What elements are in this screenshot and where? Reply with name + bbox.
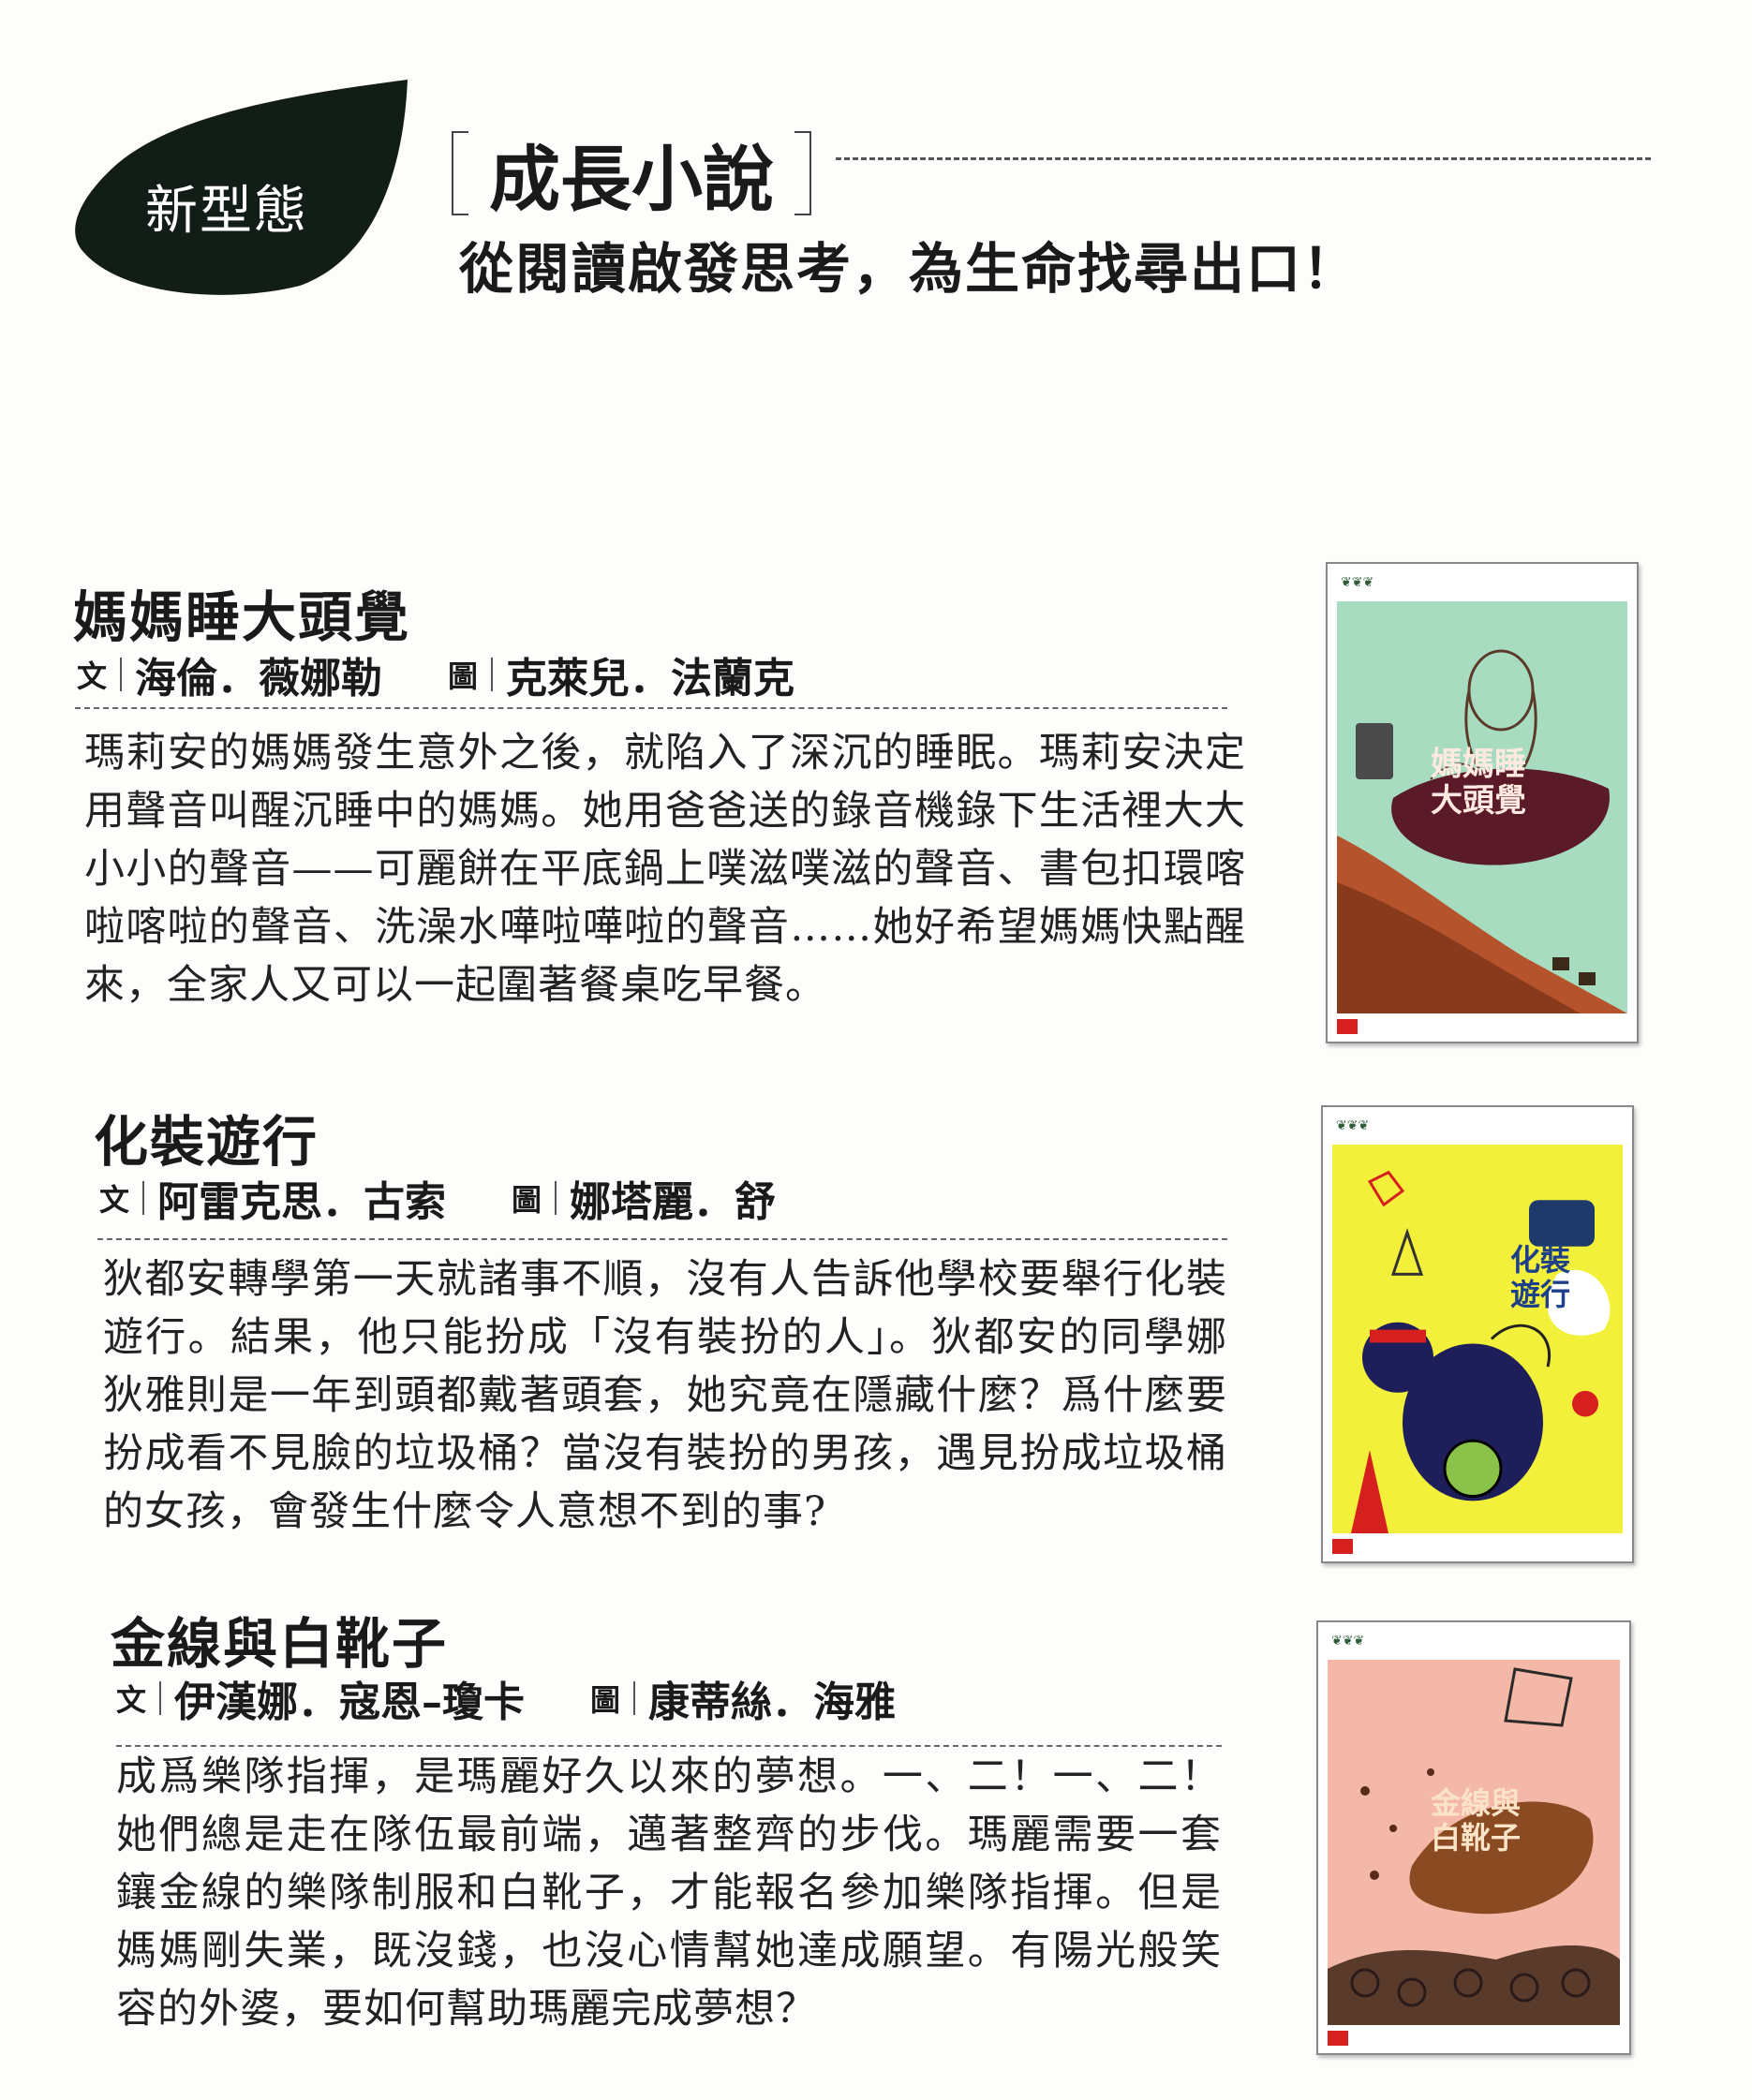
separator: [120, 658, 123, 691]
section-subtitle: 從閱讀啟發思考，為生命找尋出口！: [459, 237, 1359, 301]
separator: [159, 1681, 162, 1715]
cover-title: 金線與 白靴子: [1431, 1785, 1522, 1856]
author-role: 文: [116, 1682, 147, 1718]
dashed-divider: [116, 1745, 1222, 1747]
section-title-text: 成長小說: [489, 138, 774, 221]
book-title: 化裝遊行: [94, 1110, 319, 1174]
book-credits: 文 阿雷克思．古索 圖 娜塔麗．舒: [99, 1168, 776, 1228]
author-role: 文: [77, 658, 108, 694]
book-description: 狄都安轉學第一天就諸事不順，沒有人告訴他學校要舉行化裝遊行。結果，他只能扮成「沒…: [103, 1256, 1227, 1535]
illustrator-name: 娜塔麗．舒: [570, 1178, 777, 1226]
book-credits: 文 伊漢娜．寇恩–瓊卡 圖 康蒂絲．海雅: [116, 1668, 896, 1728]
right-bracket: [794, 131, 811, 215]
publisher-logo-icon: ❦❦❦: [1331, 1634, 1365, 1649]
illustrator-role: 圖: [448, 658, 479, 694]
left-bracket: [452, 131, 468, 215]
illustrator-role: 圖: [512, 1182, 542, 1218]
publisher-logo-icon: ❦❦❦: [1341, 575, 1374, 590]
cover-title: 媽媽睡 大頭覺: [1431, 746, 1526, 821]
section-title: 成長小說: [452, 122, 811, 225]
book-cover: ❦❦❦ 化裝 遊行: [1321, 1105, 1634, 1563]
book-credits: 文 海倫．薇娜勒 圖 克萊兒．法蘭克: [77, 644, 794, 704]
publisher-mark-icon: [1328, 2031, 1348, 2046]
author-name: 阿雷克思．古索: [157, 1178, 447, 1226]
cover-art-2: [1332, 1145, 1623, 1533]
book-description: 瑪莉安的媽媽發生意外之後，就陷入了深沉的睡眠。瑪莉安決定用聲音叫醒沉睡中的媽媽。…: [84, 730, 1246, 1009]
book-cover: ❦❦❦ 金線與 白靴子: [1316, 1620, 1631, 2055]
badge-label: 新型態: [145, 181, 308, 242]
category-badge: 新型態: [66, 75, 417, 309]
book-description: 成爲樂隊指揮，是瑪麗好久以來的夢想。一、二！一、二！她們總是走在隊伍最前端，邁著…: [116, 1753, 1222, 2033]
separator: [491, 658, 494, 691]
cover-illustration: [1332, 1145, 1623, 1533]
author-name: 伊漢娜．寇恩–瓊卡: [174, 1679, 526, 1726]
dashed-divider: [75, 707, 1227, 709]
separator: [142, 1181, 145, 1215]
author-role: 文: [99, 1182, 130, 1218]
dashed-divider: [97, 1238, 1227, 1240]
cover-title: 化裝 遊行: [1510, 1242, 1571, 1312]
header-dashed-line: [836, 157, 1651, 160]
separator: [633, 1681, 636, 1715]
author-name: 海倫．薇娜勒: [135, 655, 383, 702]
separator: [555, 1181, 557, 1215]
book-title: 金線與白靴子: [111, 1612, 449, 1676]
illustrator-role: 圖: [590, 1682, 621, 1718]
illustrator-name: 克萊兒．法蘭克: [506, 655, 795, 702]
book-title: 媽媽睡大頭覺: [73, 585, 411, 649]
book-cover: ❦❦❦ 媽媽睡 大頭覺: [1326, 562, 1639, 1043]
publisher-mark-icon: [1337, 1019, 1358, 1034]
publisher-mark-icon: [1332, 1539, 1353, 1554]
illustrator-name: 康蒂絲．海雅: [648, 1679, 897, 1726]
publisher-logo-icon: ❦❦❦: [1336, 1118, 1370, 1133]
